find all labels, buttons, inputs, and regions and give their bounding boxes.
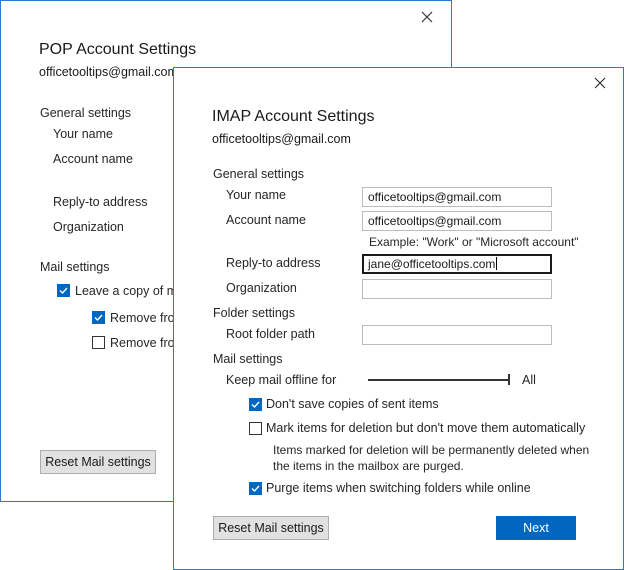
imap-keep-offline-slider[interactable] [368, 379, 510, 381]
pop-reply-to-label: Reply-to address [53, 195, 148, 209]
pop-leave-copy-checkbox[interactable] [57, 284, 70, 297]
pop-mail-settings-heading: Mail settings [40, 260, 110, 274]
imap-dont-save-copies-label: Don't save copies of sent items [266, 397, 439, 411]
imap-mark-deletion-label: Mark items for deletion but don't move t… [266, 421, 586, 435]
check-icon [59, 287, 68, 295]
imap-keep-offline-slider-thumb[interactable] [508, 374, 510, 385]
imap-mark-deletion-checkbox[interactable] [249, 422, 262, 435]
pop-your-name-label: Your name [53, 127, 113, 141]
imap-next-button[interactable]: Next [496, 516, 576, 540]
imap-keep-offline-value: All [522, 373, 536, 387]
check-icon [251, 401, 260, 409]
imap-close-button[interactable] [593, 76, 607, 90]
imap-mail-settings-heading: Mail settings [213, 352, 283, 366]
imap-purge-items-label: Purge items when switching folders while… [266, 481, 531, 495]
pop-close-button[interactable] [420, 10, 434, 24]
imap-reply-to-value: jane@officetooltips.com [368, 257, 496, 271]
imap-account-name-hint: Example: "Work" or "Microsoft account" [369, 235, 579, 249]
imap-account-name-input[interactable]: officetooltips@gmail.com [362, 211, 552, 231]
imap-your-name-input[interactable]: officetooltips@gmail.com [362, 187, 552, 207]
imap-deletion-note-line1: Items marked for deletion will be perman… [273, 443, 590, 457]
pop-remove-from-checkbox-1[interactable] [92, 311, 105, 324]
imap-keep-offline-label: Keep mail offline for [226, 373, 337, 387]
pop-general-settings-heading: General settings [40, 106, 132, 120]
imap-root-folder-input[interactable] [362, 325, 552, 345]
imap-dialog-title: IMAP Account Settings [212, 108, 375, 125]
close-icon [421, 11, 433, 23]
check-icon [251, 485, 260, 493]
imap-reply-to-label: Reply-to address [226, 256, 321, 270]
pop-remove-from-checkbox-2[interactable] [92, 336, 105, 349]
imap-dont-save-copies-checkbox[interactable] [249, 398, 262, 411]
pop-reset-mail-settings-button[interactable]: Reset Mail settings [40, 450, 156, 474]
imap-account-name-label: Account name [226, 213, 306, 227]
imap-account-email: officetooltips@gmail.com [212, 132, 351, 146]
text-caret [496, 257, 498, 270]
close-icon [594, 77, 606, 89]
imap-organization-label: Organization [226, 281, 297, 295]
imap-your-name-label: Your name [226, 188, 286, 202]
imap-general-settings-heading: General settings [213, 167, 305, 181]
pop-account-name-label: Account name [53, 152, 133, 166]
imap-reset-mail-settings-button[interactable]: Reset Mail settings [213, 516, 329, 540]
imap-account-settings-dialog: IMAP Account Settings officetooltips@gma… [173, 67, 624, 570]
pop-organization-label: Organization [53, 220, 124, 234]
imap-root-folder-label: Root folder path [226, 327, 315, 341]
imap-folder-settings-heading: Folder settings [213, 306, 295, 320]
imap-deletion-note-line2: the items in the mailbox are purged. [273, 459, 464, 473]
imap-reply-to-input[interactable]: jane@officetooltips.com [362, 254, 552, 274]
check-icon [94, 314, 103, 322]
imap-purge-items-checkbox[interactable] [249, 482, 262, 495]
pop-account-email: officetooltips@gmail.com [39, 65, 178, 79]
pop-dialog-title: POP Account Settings [39, 41, 197, 58]
pop-leave-copy-label: Leave a copy of me [75, 284, 185, 298]
imap-organization-input[interactable] [362, 279, 552, 299]
